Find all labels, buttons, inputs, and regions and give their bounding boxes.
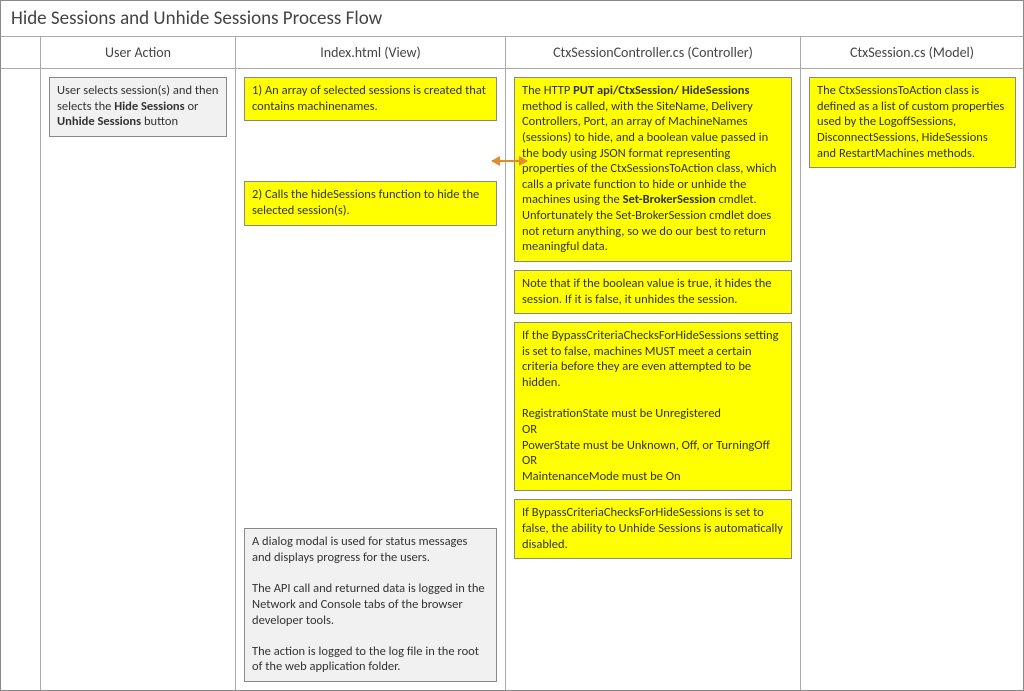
- view-step-2: 2) Calls the hideSessions function to hi…: [244, 181, 497, 225]
- diagram-frame: Hide Sessions and Unhide Sessions Proces…: [0, 0, 1024, 691]
- text-segment: method is called, with the SiteName, Del…: [522, 99, 776, 208]
- spacer: [244, 234, 497, 521]
- text-segment: or: [185, 99, 199, 114]
- double-arrow-icon: [492, 160, 527, 162]
- user-action-box: User selects session(s) and then selects…: [49, 77, 227, 137]
- page-title: Hide Sessions and Unhide Sessions Proces…: [1, 1, 1023, 37]
- view-step-1: 1) An array of selected sessions is crea…: [244, 77, 497, 121]
- lane-user-action: User selects session(s) and then selects…: [41, 69, 236, 690]
- column-header-model: CtxSession.cs (Model): [801, 37, 1023, 69]
- column-header-view: Index.html (View): [236, 37, 506, 69]
- controller-boolean-note: Note that if the boolean value is true, …: [514, 270, 792, 314]
- column-header-user-action: User Action: [41, 37, 236, 69]
- lane-controller: The HTTP PUT api/CtxSession/ HideSession…: [506, 69, 801, 690]
- text-bold: Unhide Sessions: [57, 114, 141, 129]
- spacer: [244, 129, 497, 173]
- model-box: The CtxSessionsToAction class is defined…: [809, 77, 1016, 168]
- header-spacer: [1, 37, 41, 69]
- text-bold: PUT api/CtxSession/ HideSessions: [573, 83, 749, 98]
- lane-model: The CtxSessionsToAction class is defined…: [801, 69, 1023, 690]
- view-notes: A dialog modal is used for status messag…: [244, 528, 497, 682]
- controller-criteria: If the BypassCriteriaChecksForHideSessio…: [514, 322, 792, 491]
- controller-unhide-note: If BypassCriteriaChecksForHideSessions i…: [514, 499, 792, 559]
- text-segment: button: [141, 114, 178, 129]
- column-header-controller: CtxSessionController.cs (Controller): [506, 37, 801, 69]
- lane-view: 1) An array of selected sessions is crea…: [236, 69, 506, 690]
- text-bold: Hide Sessions: [114, 99, 184, 114]
- body-spacer: [1, 69, 41, 690]
- text-segment: The HTTP: [522, 83, 573, 98]
- text-bold: Set-BrokerSession: [623, 192, 716, 207]
- controller-main: The HTTP PUT api/CtxSession/ HideSession…: [514, 77, 792, 262]
- swimlane-grid: User Action Index.html (View) CtxSession…: [1, 37, 1023, 690]
